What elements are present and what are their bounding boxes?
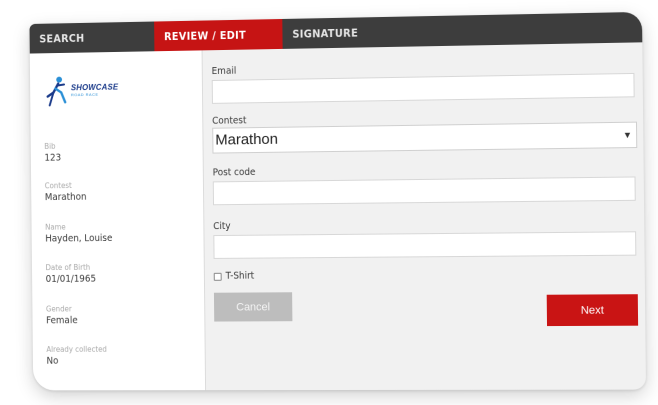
info-label: Already collected [46, 344, 107, 354]
edit-form: Email Contest Marathon ▼ Post code City … [211, 42, 639, 390]
info-value: 123 [44, 152, 62, 164]
logo-wordmark: SHOWCASE ROAD RACE [70, 82, 119, 97]
info-value: Female [46, 315, 78, 327]
postcode-label: Post code [212, 166, 256, 179]
email-input[interactable] [211, 72, 635, 104]
logo-subtitle: ROAD RACE [70, 91, 99, 97]
next-button[interactable]: Next [546, 294, 639, 327]
tab-search[interactable]: SEARCH [29, 22, 154, 54]
contest-select[interactable]: Marathon ▼ [212, 121, 638, 154]
info-bib: Bib 123 [44, 140, 191, 165]
info-value: No [46, 355, 59, 367]
city-label: City [213, 220, 231, 233]
stage: SEARCH REVIEW / EDIT SIGNATURE SHOWCASE … [0, 0, 658, 405]
info-name: Name Hayden, Louise [45, 221, 192, 245]
tab-signature[interactable]: SIGNATURE [282, 16, 432, 49]
app-window: SEARCH REVIEW / EDIT SIGNATURE SHOWCASE … [29, 11, 646, 391]
postcode-input[interactable] [212, 176, 636, 206]
info-value: 01/01/1965 [45, 273, 97, 285]
contest-label: Contest [212, 115, 247, 127]
logo-title: SHOWCASE [70, 82, 119, 92]
participant-sidebar: SHOWCASE ROAD RACE Bib 123 Contest Marat… [29, 50, 207, 391]
tshirt-label: T-Shirt [225, 270, 255, 282]
city-input[interactable] [213, 231, 637, 259]
tshirt-checkbox[interactable] [213, 272, 222, 281]
info-already-collected: Already collected No [46, 344, 193, 367]
event-logo: SHOWCASE ROAD RACE [44, 71, 152, 108]
tab-review-edit[interactable]: REVIEW / EDIT [154, 18, 283, 52]
info-value: Marathon [44, 191, 87, 204]
info-gender: Gender Female [46, 304, 193, 327]
email-label: Email [211, 65, 237, 78]
cancel-button[interactable]: Cancel [213, 292, 293, 322]
info-value: Hayden, Louise [45, 233, 113, 245]
contest-selected-value: Marathon [215, 130, 279, 149]
chevron-down-icon: ▼ [622, 129, 633, 141]
runner-logo-icon [44, 76, 70, 109]
tshirt-option[interactable]: T-Shirt [213, 270, 255, 282]
info-date-of-birth: Date of Birth 01/01/1965 [46, 262, 193, 286]
info-contest: Contest Marathon [45, 180, 192, 204]
